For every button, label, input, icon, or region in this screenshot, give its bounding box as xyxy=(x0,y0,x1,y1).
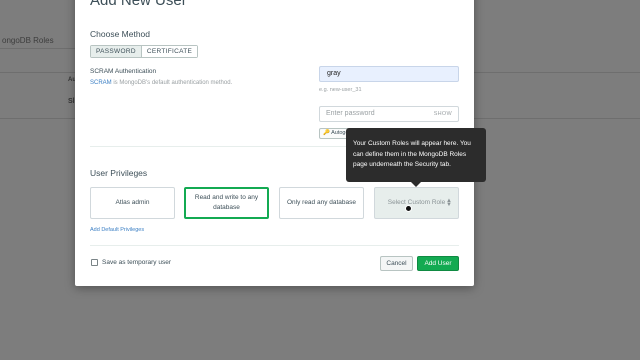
user-privileges-heading: User Privileges xyxy=(90,168,148,178)
scram-link[interactable]: SCRAM xyxy=(90,80,112,86)
temporary-user-checkbox[interactable] xyxy=(91,259,98,266)
method-certificate-button[interactable]: CERTIFICATE xyxy=(141,46,198,57)
privilege-label: Only read any database xyxy=(286,199,357,206)
custom-roles-tooltip: Your Custom Roles will appear here. You … xyxy=(346,128,486,182)
username-hint: e.g. new-user_31 xyxy=(319,87,362,93)
bg-divider xyxy=(0,118,80,119)
bg-divider-right xyxy=(474,72,640,73)
select-arrows-icon: ▲ ▼ xyxy=(446,198,452,208)
bg-divider xyxy=(0,48,80,49)
privilege-label: Select Custom Role xyxy=(387,199,446,206)
scram-description: SCRAM is MongoDB's default authenticatio… xyxy=(90,80,232,86)
method-password-button[interactable]: PASSWORD xyxy=(91,46,142,57)
show-password-button[interactable]: SHOW xyxy=(434,107,452,121)
password-input[interactable]: Enter password SHOW xyxy=(319,106,459,122)
privilege-label: Read and write to any database xyxy=(194,194,259,211)
privilege-read-write[interactable]: Read and write to any database xyxy=(184,187,269,219)
scram-description-text: is MongoDB's default authentication meth… xyxy=(111,80,233,86)
privilege-label: Atlas admin xyxy=(115,199,150,206)
username-input[interactable]: gray xyxy=(319,66,459,82)
cancel-button[interactable]: Cancel xyxy=(380,256,413,271)
temporary-user-row: Save as temporary user xyxy=(91,259,171,266)
add-default-privileges-link[interactable]: Add Default Privileges xyxy=(90,227,144,233)
tooltip-text: Your Custom Roles will appear here. You … xyxy=(353,140,471,168)
tooltip-arrow xyxy=(411,182,421,187)
bg-divider xyxy=(0,72,80,73)
modal-title: Add New User xyxy=(90,0,187,9)
key-icon: 🔑 xyxy=(323,130,330,136)
bg-divider-right xyxy=(474,118,640,119)
add-user-button[interactable]: Add User xyxy=(417,256,459,271)
privilege-custom-role-select[interactable]: Select Custom Role ▲ ▼ xyxy=(374,187,459,219)
privilege-atlas-admin[interactable]: Atlas admin xyxy=(90,187,175,219)
scram-title: SCRAM Authentication xyxy=(90,68,157,75)
method-toggle: PASSWORD CERTIFICATE xyxy=(90,45,199,58)
bg-row-label: Sl xyxy=(68,98,75,105)
mouse-cursor-icon xyxy=(405,205,412,212)
temporary-user-label: Save as temporary user xyxy=(102,259,172,266)
bg-roles-label: ongoDB Roles xyxy=(2,36,54,45)
choose-method-heading: Choose Method xyxy=(90,29,151,39)
privilege-read-only[interactable]: Only read any database xyxy=(279,187,364,219)
section-divider xyxy=(90,245,459,246)
password-placeholder: Enter password xyxy=(326,110,375,117)
